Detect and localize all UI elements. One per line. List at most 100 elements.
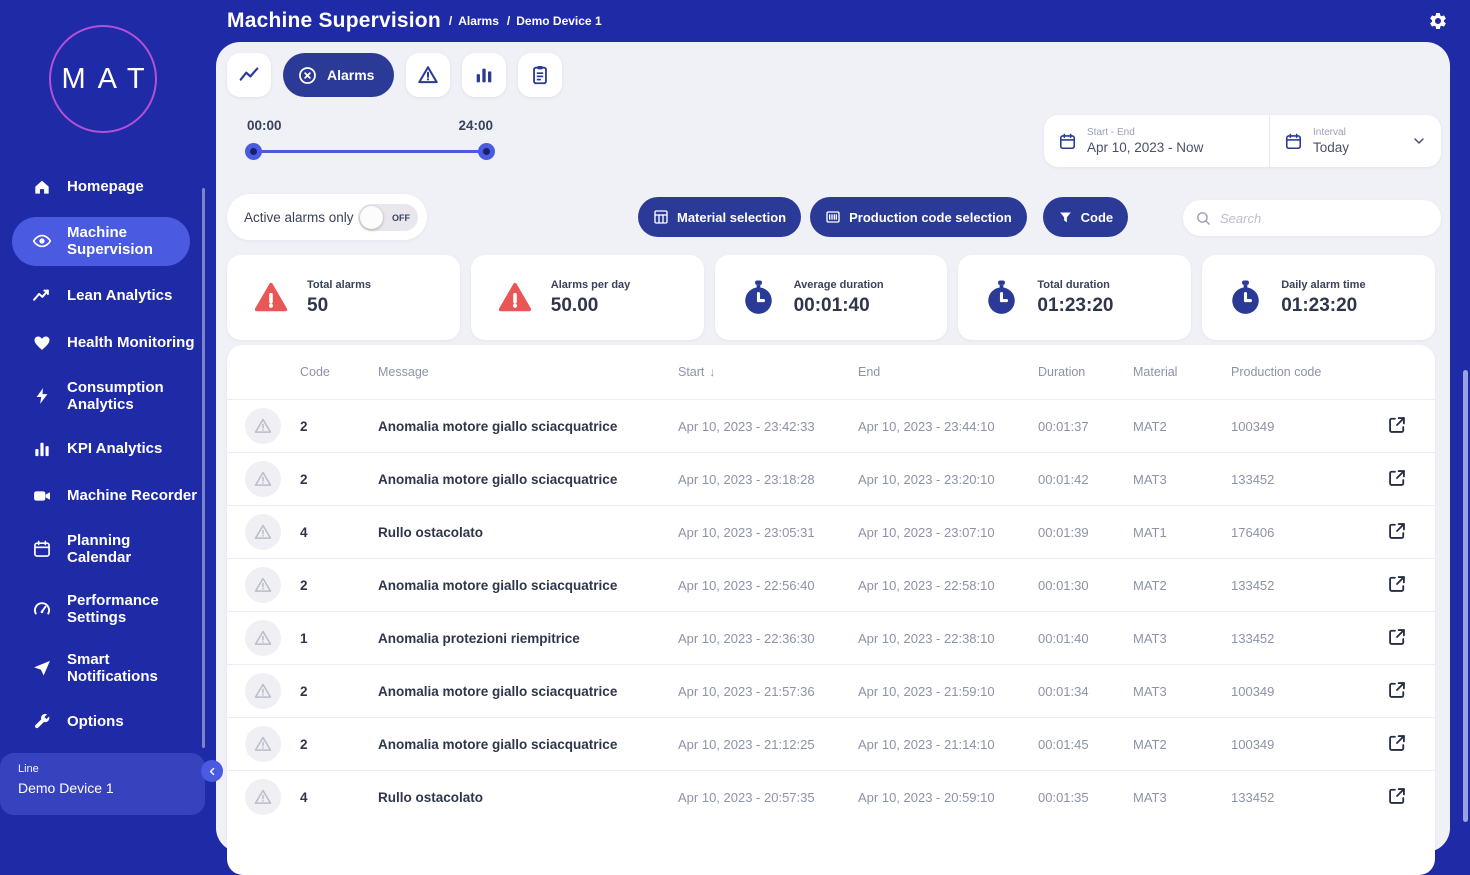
alarm-avatar [245,567,281,603]
calendar-icon [1058,132,1077,151]
stat-total-duration: Total duration 01:23:20 [958,255,1192,340]
production-code-selection-button[interactable]: Production code selection [810,197,1027,237]
sidebar-item-kpi-analytics[interactable]: KPI Analytics [12,432,190,466]
breadcrumb-separator: / [506,14,511,28]
sidebar-item-planning-calendar[interactable]: Planning Calendar [12,526,190,573]
cell-code: 2 [300,418,308,434]
sidebar-collapse-button[interactable] [201,760,223,782]
top-bar: Machine Supervision / Alarms / Demo Devi… [216,0,1470,42]
column-message[interactable]: Message [378,365,678,379]
cell-message: Anomalia motore giallo sciacquatrice [378,418,618,434]
table-row[interactable]: 1 Anomalia protezioni riempitrice Apr 10… [227,611,1435,664]
tab-statistics[interactable] [462,53,507,97]
date-range-label: Start - End [1087,127,1135,138]
sidebar-item-health-monitoring[interactable]: Health Monitoring [12,326,195,360]
tab-alarms[interactable]: Alarms [283,53,395,97]
open-alarm-icon[interactable] [1387,733,1407,753]
bolt-icon [32,386,52,406]
column-start[interactable]: Start ↓ [678,365,858,379]
open-alarm-icon[interactable] [1387,574,1407,594]
alarm-avatar [245,620,281,656]
sidebar-item-machine-supervision[interactable]: Machine Supervision [12,217,190,266]
cell-message: Anomalia motore giallo sciacquatrice [378,471,618,487]
view-tabs: Alarms [227,53,563,97]
window-scrollbar[interactable] [1463,370,1468,822]
cell-material: MAT3 [1133,471,1167,487]
cell-code: 4 [300,789,308,805]
code-filter-button[interactable]: Code [1042,197,1129,237]
sidebar-item-lean-analytics[interactable]: Lean Analytics [12,279,190,313]
sidebar-item-smart-notifications[interactable]: Smart Notifications [12,645,190,692]
table-row[interactable]: 2 Anomalia motore giallo sciacquatrice A… [227,664,1435,717]
stat-daily-alarm-time: Daily alarm time 01:23:20 [1202,255,1435,340]
search-icon [1195,210,1212,227]
device-selector[interactable]: Line Demo Device 1 [0,753,205,815]
date-range-picker[interactable]: Start - End Apr 10, 2023 - Now [1044,115,1270,167]
sidebar-item-options[interactable]: Options [12,705,190,739]
alert-triangle-icon [496,280,534,316]
chevron-down-icon [1411,133,1427,149]
column-code[interactable]: Code [300,365,378,379]
cell-material: MAT2 [1133,577,1167,593]
column-production-code[interactable]: Production code [1231,365,1381,379]
cell-duration: 00:01:39 [1038,524,1089,540]
cell-message: Rullo ostacolato [378,789,484,805]
slider-end-label: 24:00 [458,118,493,133]
device-selector-value: Demo Device 1 [18,780,114,796]
toggle-state-label: OFF [392,212,410,223]
tab-report[interactable] [518,53,563,97]
cell-production-code: 100349 [1231,736,1275,752]
open-alarm-icon[interactable] [1387,627,1407,647]
sidebar-item-machine-recorder[interactable]: Machine Recorder [12,479,197,513]
sidebar-item-consumption-analytics[interactable]: Consumption Analytics [12,373,190,420]
open-alarm-icon[interactable] [1387,415,1407,435]
sidebar-item-performance-settings[interactable]: Performance Settings [12,586,190,633]
column-end[interactable]: End [858,365,1038,379]
cell-duration: 00:01:40 [1038,630,1089,646]
open-alarm-icon[interactable] [1387,521,1407,541]
circle-x-icon [297,65,318,86]
cell-start: Apr 10, 2023 - 21:12:25 [678,736,815,752]
slider-handle-end[interactable] [478,143,495,160]
active-alarms-toggle[interactable]: OFF [358,203,418,231]
breadcrumb-alarms[interactable]: / Alarms [449,14,499,28]
open-alarm-icon[interactable] [1387,468,1407,488]
open-alarm-icon[interactable] [1387,680,1407,700]
slider-track [245,143,495,160]
open-alarm-icon[interactable] [1387,786,1407,806]
interval-select[interactable]: Interval Today [1270,115,1441,167]
heart-icon [32,333,52,353]
alarm-avatar [245,408,281,444]
stat-total-alarms: Total alarms 50 [227,255,460,340]
column-material[interactable]: Material [1133,365,1231,379]
search-input[interactable] [1220,210,1429,226]
table-row[interactable]: 2 Anomalia motore giallo sciacquatrice A… [227,717,1435,770]
sidebar-item-homepage[interactable]: Homepage [12,170,190,204]
settings-gear-icon[interactable] [1428,11,1448,31]
table-row[interactable]: 4 Rullo ostacolato Apr 10, 2023 - 20:57:… [227,770,1435,823]
cell-message: Anomalia protezioni riempitrice [378,630,580,646]
cell-material: MAT2 [1133,418,1167,434]
table-row[interactable]: 2 Anomalia motore giallo sciacquatrice A… [227,399,1435,452]
sidebar-scrollbar[interactable] [202,188,205,748]
funnel-icon [1058,210,1073,225]
date-controls: Start - End Apr 10, 2023 - Now Interval … [1044,115,1441,167]
bar-chart-icon [32,439,52,459]
sort-desc-icon: ↓ [709,365,716,379]
cell-message: Anomalia motore giallo sciacquatrice [378,683,618,699]
breadcrumb-device[interactable]: / Demo Device 1 [507,14,602,28]
tab-trend[interactable] [227,53,271,97]
table-row[interactable]: 4 Rullo ostacolato Apr 10, 2023 - 23:05:… [227,505,1435,558]
material-selection-button[interactable]: Material selection [638,197,802,237]
table-row[interactable]: 2 Anomalia motore giallo sciacquatrice A… [227,558,1435,611]
cell-duration: 00:01:30 [1038,577,1089,593]
cell-end: Apr 10, 2023 - 22:58:10 [858,577,995,593]
video-icon [32,486,52,506]
tab-warnings[interactable] [406,53,451,97]
slider-handle-start[interactable] [245,143,262,160]
table-row[interactable]: 2 Anomalia motore giallo sciacquatrice A… [227,452,1435,505]
cell-material: MAT3 [1133,630,1167,646]
alarm-avatar [245,779,281,815]
column-duration[interactable]: Duration [1038,365,1133,379]
alert-triangle-icon [252,280,290,316]
